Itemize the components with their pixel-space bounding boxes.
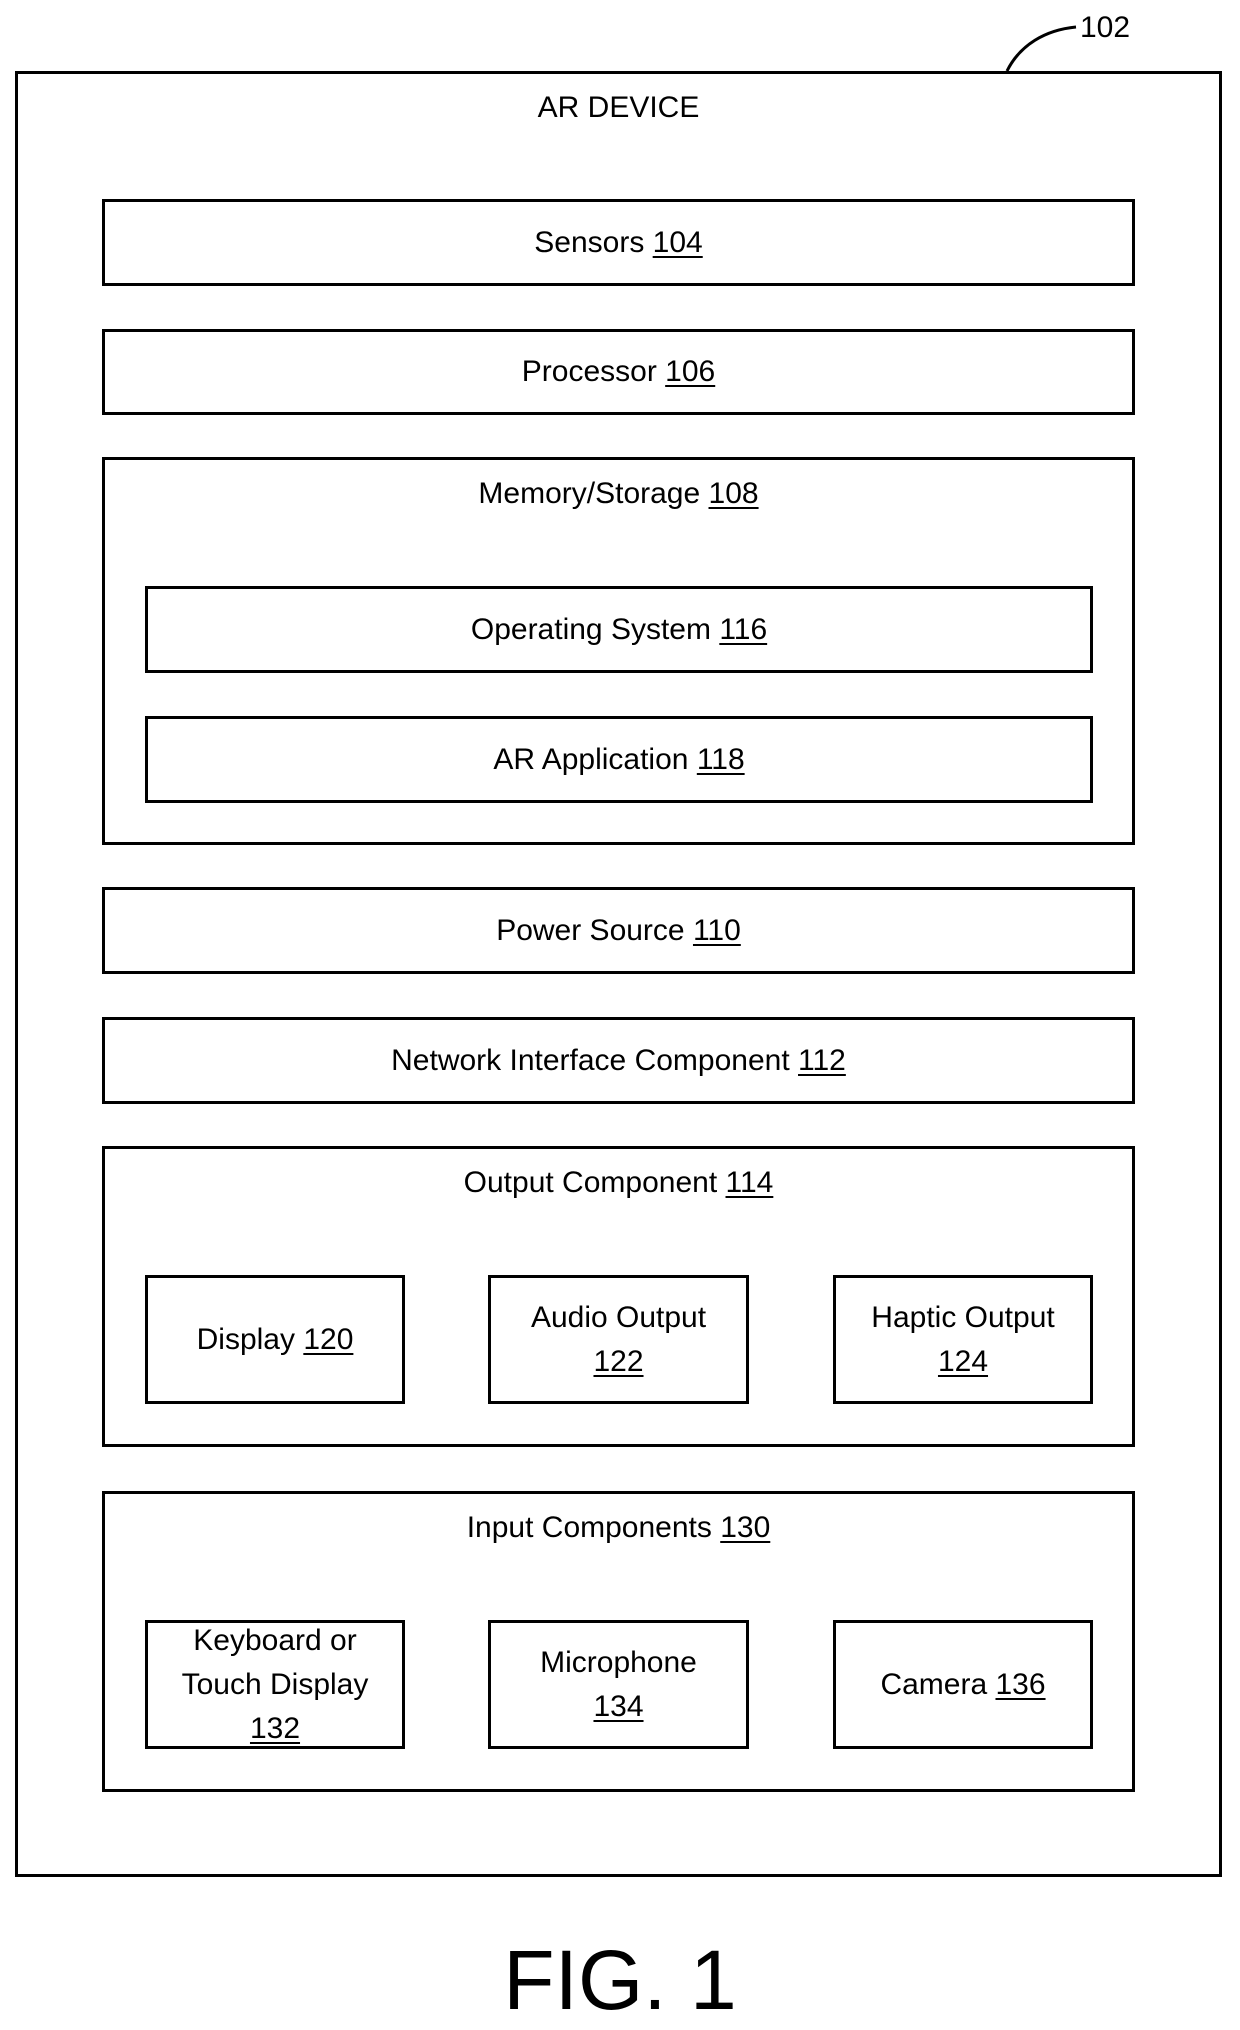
operating-system-block: Operating System 116: [145, 586, 1093, 673]
camera-block: Camera 136: [833, 1620, 1093, 1749]
operating-system-label: Operating System 116: [470, 612, 768, 646]
sensors-ref: 104: [652, 225, 703, 259]
haptic-output-block: Haptic Output 124: [833, 1275, 1093, 1404]
keyboard-touch-display-block: Keyboard or Touch Display 132: [145, 1620, 405, 1749]
power-source-block: Power Source 110: [102, 887, 1135, 974]
ar-application-ref: 118: [696, 742, 745, 776]
output-component-label: Output Component 114: [463, 1166, 774, 1199]
operating-system-ref: 116: [719, 612, 768, 646]
haptic-output-ref: 124: [937, 1344, 989, 1378]
ar-application-block: AR Application 118: [145, 716, 1093, 803]
output-component-ref: 114: [725, 1166, 774, 1199]
camera-label: Camera 136: [880, 1667, 1046, 1701]
figure-caption: FIG. 1: [503, 1933, 737, 2027]
memory-storage-ref: 108: [708, 477, 759, 510]
microphone-label: Microphone: [540, 1645, 697, 1679]
haptic-output-label: Haptic Output: [871, 1300, 1055, 1334]
processor-ref: 106: [665, 355, 716, 388]
audio-output-label: Audio Output: [530, 1300, 707, 1334]
camera-ref: 136: [995, 1667, 1046, 1701]
power-source-ref: 110: [692, 913, 741, 947]
audio-output-ref: 122: [593, 1344, 644, 1378]
device-reference-numeral: 102: [1080, 11, 1131, 44]
sensors-label: Sensors 104: [534, 225, 703, 259]
input-components-label: Input Components 130: [466, 1511, 771, 1544]
microphone-block: Microphone 134: [488, 1620, 749, 1749]
audio-output-block: Audio Output 122: [488, 1275, 749, 1404]
network-interface-ref: 112: [798, 1043, 846, 1077]
power-source-label: Power Source 110: [496, 913, 741, 947]
input-components-ref: 130: [720, 1511, 771, 1544]
sensors-block: Sensors 104: [102, 199, 1135, 286]
memory-storage-label: Memory/Storage 108: [478, 477, 759, 510]
display-ref: 120: [303, 1322, 354, 1356]
display-block: Display 120: [145, 1275, 405, 1404]
microphone-ref: 134: [593, 1689, 644, 1723]
processor-block: Processor 106: [102, 329, 1135, 415]
network-interface-label: Network Interface Component 112: [391, 1043, 846, 1077]
ar-application-label: AR Application 118: [493, 742, 745, 776]
display-label: Display 120: [196, 1322, 354, 1356]
keyboard-label-line1: Keyboard or: [193, 1623, 357, 1657]
processor-label: Processor 106: [521, 355, 716, 388]
network-interface-block: Network Interface Component 112: [102, 1017, 1135, 1104]
keyboard-label-line2: Touch Display: [181, 1667, 369, 1701]
device-title: AR DEVICE: [537, 91, 700, 124]
keyboard-ref: 132: [249, 1711, 301, 1745]
